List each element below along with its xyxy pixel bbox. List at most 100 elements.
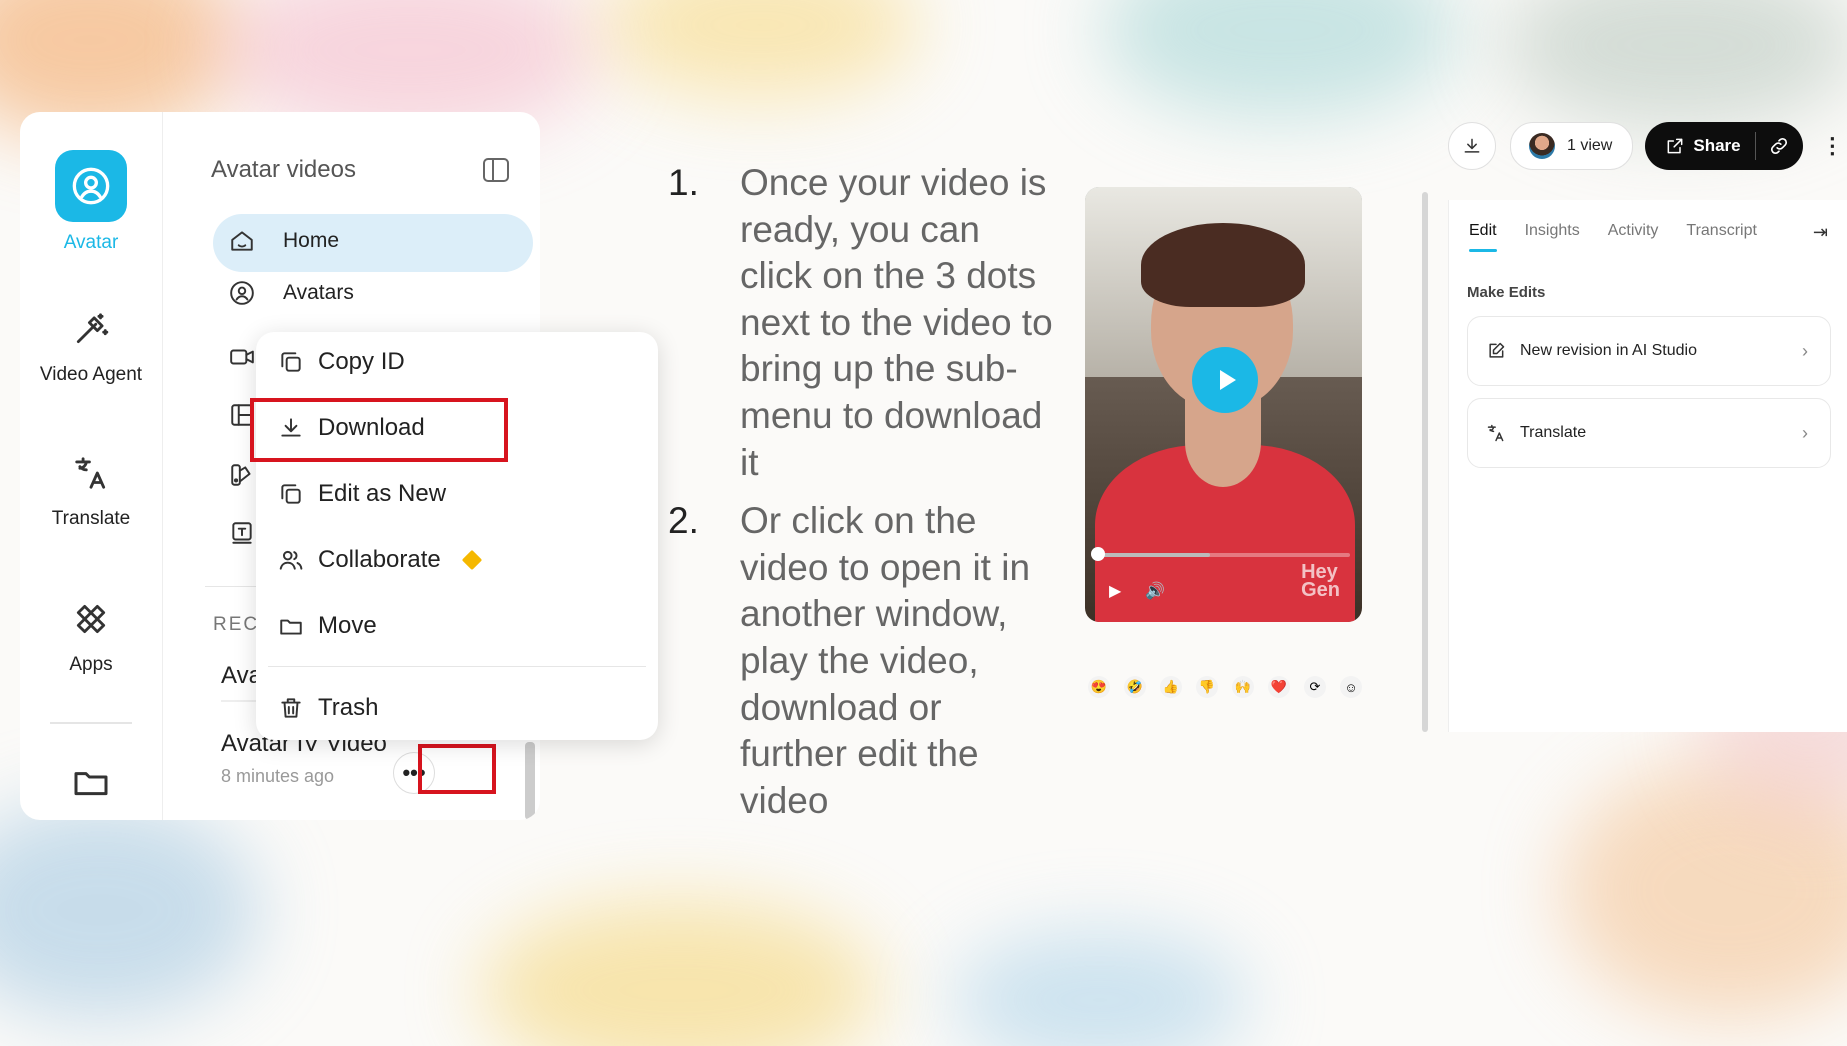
details-area: Edit Insights Activity Transcript ⇥ Make… — [1418, 192, 1847, 732]
panel-resize-handle[interactable] — [1422, 192, 1428, 732]
details-tabs: Edit Insights Activity Transcript — [1469, 222, 1757, 252]
share-icon — [1667, 138, 1683, 154]
reaction-heart[interactable]: ❤️ — [1268, 676, 1290, 698]
video-camera-icon — [230, 349, 254, 365]
download-icon — [1464, 138, 1480, 153]
menu-item-edit-as-new[interactable]: Edit as New — [278, 474, 446, 514]
reaction-thumbs-up[interactable]: 👍 — [1160, 676, 1182, 698]
nav-item-text[interactable] — [229, 520, 255, 551]
reaction-laugh[interactable]: 🤣 — [1124, 676, 1146, 698]
rail-video-agent-label: Video Agent — [39, 364, 143, 385]
share-label: Share — [1693, 136, 1741, 155]
rail-apps-label: Apps — [69, 654, 113, 675]
edit-square-icon — [1489, 342, 1505, 358]
instruction-step: 2. Or click on the video to open it in a… — [668, 498, 1058, 824]
reaction-heart-eyes[interactable]: 😍 — [1088, 676, 1110, 698]
action-new-revision[interactable]: New revision in AI Studio › — [1467, 316, 1831, 386]
menu-collaborate-label: Collaborate — [318, 546, 441, 573]
video-player[interactable]: ▶ 🔊 Hey Gen — [1085, 187, 1362, 622]
nav-item-videos[interactable] — [229, 344, 255, 375]
avatars-icon — [230, 281, 254, 305]
nav-item-avatars[interactable]: Avatars — [229, 280, 354, 306]
sidebar-toggle-icon[interactable] — [483, 158, 509, 182]
reaction-add[interactable]: ☺ — [1340, 676, 1362, 698]
tab-insights[interactable]: Insights — [1525, 222, 1580, 240]
menu-item-collaborate[interactable]: Collaborate — [278, 540, 482, 580]
video-progress-bar[interactable] — [1095, 553, 1350, 557]
link-icon[interactable] — [1768, 135, 1790, 157]
rail-translate-label: Translate — [51, 508, 131, 529]
nav-avatars-label: Avatars — [283, 281, 354, 304]
rail-item-folder[interactable] — [20, 762, 162, 808]
views-button[interactable]: 1 view — [1510, 122, 1634, 170]
left-rail: Avatar Video Agent Translate Apps — [20, 112, 162, 820]
users-icon — [279, 550, 303, 570]
video-scrub-handle[interactable] — [1091, 547, 1105, 561]
reaction-replay[interactable]: ⟳ — [1304, 676, 1326, 698]
rail-item-video-agent[interactable]: Video Agent — [20, 310, 162, 386]
tab-activity[interactable]: Activity — [1608, 222, 1659, 240]
translate-icon — [75, 457, 106, 489]
magic-wand-icon — [76, 313, 109, 344]
section-title: Make Edits — [1467, 284, 1546, 301]
copy-icon — [281, 352, 301, 372]
duplicate-icon — [281, 484, 301, 504]
step-number: 2. — [668, 500, 699, 542]
rail-avatar-label: Avatar — [63, 232, 119, 253]
volume-icon[interactable]: 🔊 — [1145, 581, 1165, 601]
highlight-download — [250, 398, 508, 462]
video-toolbar: 1 view Share ⋮ — [1448, 122, 1843, 170]
tab-transcript[interactable]: Transcript — [1686, 222, 1757, 240]
menu-item-trash[interactable]: Trash — [278, 688, 378, 728]
reaction-thumbs-down[interactable]: 👎 — [1196, 676, 1218, 698]
text-template-icon — [232, 522, 252, 544]
nav-home-label: Home — [283, 229, 340, 252]
menu-copy-id-label: Copy ID — [318, 348, 405, 375]
translate-icon — [1487, 424, 1504, 442]
chevron-right-icon: › — [1802, 340, 1808, 361]
share-button[interactable]: Share — [1645, 136, 1741, 156]
video-progress-fill — [1095, 553, 1210, 557]
context-menu: Copy ID Download Edit as New Collaborate… — [256, 332, 658, 740]
rail-item-apps[interactable]: Apps — [20, 600, 162, 676]
collapse-panel-icon[interactable]: ⇥ — [1813, 222, 1828, 243]
reaction-raised-hands[interactable]: 🙌 — [1232, 676, 1254, 698]
step-text: Or click on the video to open it in anot… — [740, 500, 1031, 821]
more-vertical-icon[interactable]: ⋮ — [1821, 133, 1843, 159]
tab-edit[interactable]: Edit — [1469, 222, 1497, 252]
play-button[interactable] — [1192, 347, 1258, 413]
rail-divider — [50, 722, 132, 724]
menu-item-move[interactable]: Move — [278, 606, 377, 646]
action-new-revision-label: New revision in AI Studio — [1520, 342, 1697, 359]
viewer-avatar — [1529, 133, 1555, 159]
panel-title: Avatar videos — [211, 156, 356, 183]
menu-divider — [268, 666, 646, 667]
step-number: 1. — [668, 162, 699, 203]
download-button[interactable] — [1448, 122, 1496, 170]
avatar-badge — [55, 150, 127, 222]
recent-item-time: 8 minutes ago — [221, 766, 335, 786]
folder-icon — [74, 772, 108, 796]
panel-scrollbar[interactable] — [525, 742, 535, 820]
premium-diamond-icon — [461, 549, 482, 571]
menu-item-copy-id[interactable]: Copy ID — [278, 342, 405, 382]
nav-item-brand[interactable] — [229, 462, 255, 493]
avatar-icon — [72, 167, 110, 205]
rail-item-translate[interactable]: Translate — [20, 454, 162, 530]
views-count: 1 view — [1567, 137, 1613, 154]
rail-item-avatar[interactable]: Avatar — [20, 150, 162, 254]
share-group: Share — [1645, 122, 1804, 170]
chevron-right-icon: › — [1802, 422, 1808, 443]
heygen-watermark: Hey Gen — [1301, 561, 1340, 601]
palette-icon — [231, 464, 251, 486]
nav-item-home[interactable]: Home — [229, 228, 339, 254]
reaction-bar: 😍 🤣 👍 👎 🙌 ❤️ ⟳ ☺ — [1088, 676, 1362, 698]
step-text: Once your video is ready, you can click … — [740, 162, 1053, 483]
folder-move-icon — [280, 619, 302, 635]
apps-icon — [76, 604, 106, 634]
instructions: 1. Once your video is ready, you can cli… — [668, 160, 1058, 836]
action-translate[interactable]: Translate › — [1467, 398, 1831, 468]
share-divider — [1754, 132, 1756, 160]
play-small-icon[interactable]: ▶ — [1109, 581, 1121, 601]
home-icon — [231, 231, 253, 251]
